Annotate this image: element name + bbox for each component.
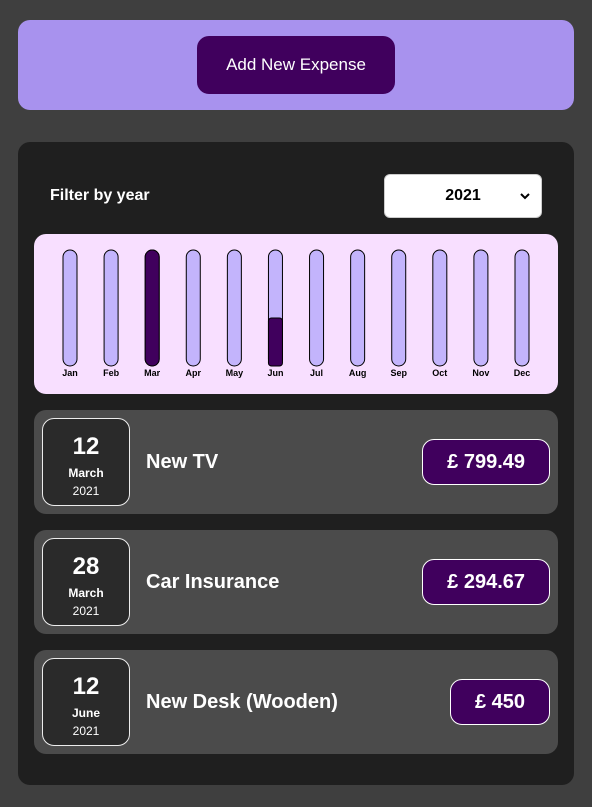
- expense-title: Car Insurance: [146, 570, 280, 593]
- chart-bar-fill: [144, 249, 160, 367]
- chart-bar-jun: Jun: [267, 249, 283, 378]
- chart-bar-track: [514, 249, 530, 367]
- expense-date-day: 12: [72, 433, 100, 460]
- chart-bar-track: [473, 249, 489, 367]
- chart-label: Nov: [472, 368, 489, 378]
- expense-amount: £ 450: [449, 679, 550, 725]
- expense-date: 12 June 2021: [42, 658, 130, 746]
- new-expense-panel: Add New Expense: [18, 20, 574, 110]
- chart-bar-sep: Sep: [390, 249, 407, 378]
- chart-label: Mar: [144, 368, 161, 378]
- chart-bar-track: [309, 249, 325, 367]
- chart-label: Sep: [390, 368, 407, 378]
- expenses-filter: Filter by year 2021: [50, 174, 542, 218]
- expense-date-year: 2021: [72, 604, 100, 618]
- expense-date-day: 28: [72, 553, 100, 580]
- chevron-down-icon: [520, 193, 530, 200]
- chart-label: Jan: [62, 368, 78, 378]
- add-new-expense-button[interactable]: Add New Expense: [197, 36, 395, 94]
- chart-bar-may: May: [226, 249, 244, 378]
- expense-amount: £ 799.49: [422, 439, 550, 485]
- chart-bar-oct: Oct: [432, 249, 448, 378]
- year-select-value: 2021: [445, 187, 481, 204]
- chart-bar-track: [185, 249, 201, 367]
- chart-bar-feb: Feb: [103, 249, 120, 378]
- expense-date: 28 March 2021: [42, 538, 130, 626]
- chart-bar-jul: Jul: [309, 249, 325, 378]
- expense-title: New TV: [146, 450, 219, 473]
- chart-label: Aug: [349, 368, 367, 378]
- expenses-panel: Filter by year 2021 Jan Feb Mar Apr May Jun Ju…: [18, 142, 574, 785]
- expense-date-year: 2021: [72, 724, 100, 738]
- chart-bar-track: [391, 249, 407, 367]
- chart-label: Jun: [267, 368, 283, 378]
- chart-label: May: [226, 368, 244, 378]
- chart-label: Apr: [186, 368, 202, 378]
- chart-bar-track: [103, 249, 119, 367]
- expense-item[interactable]: 12 March 2021 New TV £ 799.49: [34, 410, 558, 514]
- chart-bar-track: [350, 249, 366, 367]
- filter-label: Filter by year: [50, 187, 150, 204]
- expense-date-month: June: [71, 706, 100, 720]
- chart-label: Dec: [514, 368, 531, 378]
- expense-date-month: March: [68, 586, 104, 600]
- expense-date-year: 2021: [72, 484, 100, 498]
- expenses-chart: Jan Feb Mar Apr May Jun Jul Aug Sep Oct Nov Dec: [34, 234, 558, 394]
- chart-bar-fill: [267, 317, 283, 367]
- chart-bar-aug: Aug: [349, 249, 367, 378]
- chart-label: Jul: [310, 368, 323, 378]
- chart-bar-nov: Nov: [472, 249, 489, 378]
- chart-bar-track: [432, 249, 448, 367]
- chart-bar-track: [62, 249, 78, 367]
- chart-bar-track: [226, 249, 242, 367]
- year-select[interactable]: 2021: [384, 174, 542, 218]
- expense-date-day: 12: [72, 673, 100, 700]
- chart-canvas: Jan Feb Mar Apr May Jun Jul Aug Sep Oct Nov Dec: [62, 249, 531, 378]
- chart-label: Feb: [103, 368, 120, 378]
- chart-bar-dec: Dec: [514, 249, 531, 378]
- expense-title: New Desk (Wooden): [146, 690, 338, 713]
- expense-item[interactable]: 12 June 2021 New Desk (Wooden) £ 450: [34, 650, 558, 754]
- expense-date-month: March: [68, 466, 104, 480]
- chart-bar-jan: Jan: [62, 249, 78, 378]
- expense-date: 12 March 2021: [42, 418, 130, 506]
- chart-bar-apr: Apr: [185, 249, 202, 378]
- expense-amount: £ 294.67: [422, 559, 550, 605]
- chart-label: Oct: [432, 368, 447, 378]
- expense-item[interactable]: 28 March 2021 Car Insurance £ 294.67: [34, 530, 558, 634]
- chart-bar-mar: Mar: [144, 249, 161, 378]
